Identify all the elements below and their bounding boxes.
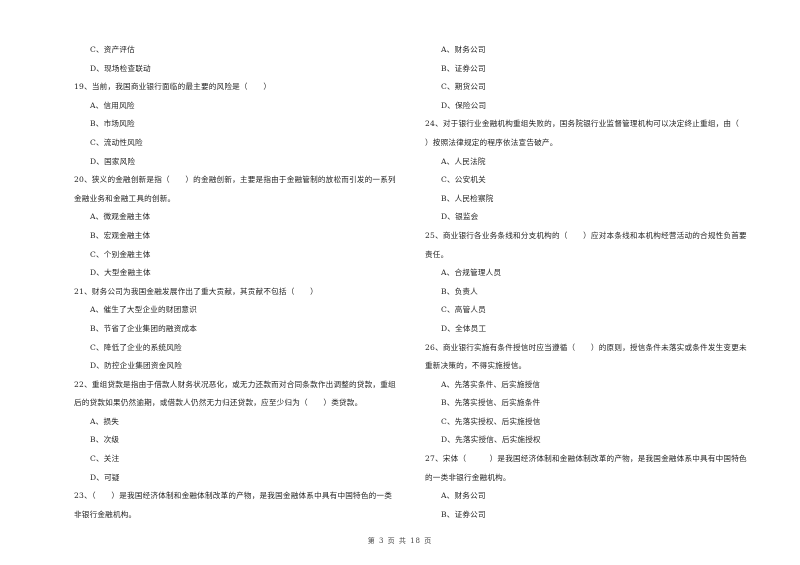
answer-option: C、先落实授权、后实施授信 (441, 416, 541, 426)
answer-option: C、期货公司 (441, 82, 486, 92)
question-text: 后的贷款如果仍然逾期，或借款人仍然无力归还贷款，应至少归为（ ）类贷款。 (74, 398, 363, 408)
answer-option: A、信用风险 (90, 100, 135, 110)
answer-option: C、降低了企业的系统风险 (90, 342, 182, 352)
answer-option: D、防控企业集团资金风险 (90, 361, 183, 371)
page-footer: 第 3 页 共 18 页 (367, 537, 433, 545)
question-text: 25、商业银行各业务条线和分支机构的（ ）应对本条线和本机构经营活动的合规性负首… (425, 230, 747, 240)
answer-option: A、催生了大型企业的财团意识 (90, 305, 198, 315)
question-text: 27、宋体（ ）是我国经济体制和金融体制改革的产物，是我国金融体系中具有中国特色 (425, 454, 747, 464)
answer-option: A、损失 (90, 416, 120, 426)
question-text: 非银行金融机构。 (74, 509, 137, 519)
answer-option: B、先落实授信、后实施条件 (441, 398, 541, 408)
question-text: ）按照法律规定的程序依法宣告破产。 (425, 137, 558, 147)
question-text: 的一类非银行金融机构。 (425, 472, 511, 482)
right-column: A、财务公司 B、证券公司 C、期货公司 D、保险公司 24、对于银行业金融机构重组失败… (425, 41, 777, 524)
question-text: 26、商业银行实施有条件授信时应当遵循（ ）的原则，授信条件未落实或条件发生变更… (425, 342, 747, 352)
question-text: 金融业务和金融工具的创新。 (74, 193, 176, 203)
answer-option: A、先落实条件、后实施授信 (441, 379, 541, 389)
answer-option: C、公安机关 (441, 175, 486, 185)
answer-option: A、财务公司 (441, 45, 486, 54)
question-text: 20、狭义的金融创新是指（ ）的金融创新，主要是指由于金融管制的放松而引发的一系… (74, 175, 396, 185)
answer-option: B、证券公司 (441, 509, 486, 519)
answer-option: A、合规管理人员 (441, 268, 502, 278)
answer-option: D、银监会 (441, 212, 479, 222)
answer-option: B、证券公司 (441, 63, 486, 73)
question-text: 23、（ ）是我国经济体制和金融体制改革的产物，是我国金融体系中具有中国特色的一… (74, 491, 393, 501)
answer-option: C、关注 (90, 454, 120, 464)
answer-option: B、节省了企业集团的融资成本 (90, 323, 198, 333)
question-text: 24、对于银行业金融机构重组失败的，国务院银行业监督管理机构可以决定终止重组，由… (425, 119, 740, 129)
answer-option: C、高管人员 (441, 305, 486, 315)
answer-option: D、保险公司 (441, 100, 487, 110)
answer-option: B、市场风险 (90, 119, 135, 129)
question-text: 19、当前，我国商业银行面临的最主要的风险是（ ） (74, 82, 272, 92)
answer-option: D、国家风险 (90, 156, 136, 166)
answer-option: D、全体员工 (441, 323, 487, 333)
question-text: 责任。 (425, 249, 449, 259)
answer-option: C、个别金融主体 (90, 249, 151, 259)
answer-option: A、微观金融主体 (90, 212, 151, 222)
question-text: 22、重组贷款是指由于借款人财务状况恶化，或无力还款而对合同条款作出调整的贷款，… (74, 379, 396, 389)
answer-option: A、人民法院 (441, 156, 486, 166)
answer-option: B、宏观金融主体 (90, 230, 151, 240)
answer-option: A、财务公司 (441, 491, 486, 501)
answer-option: B、次级 (90, 435, 120, 445)
answer-option: C、资产评估 (90, 45, 135, 54)
question-text: 重新决策的，不得实施授信。 (425, 361, 527, 371)
answer-option: B、负责人 (441, 286, 478, 296)
answer-option: D、先落实授信、后实施授权 (441, 435, 541, 445)
question-text: 21、财务公司为我国金融发展作出了重大贡献，其贡献不包括（ ） (74, 286, 318, 296)
answer-option: D、可疑 (90, 472, 120, 482)
answer-option: D、大型金融主体 (90, 268, 151, 278)
answer-option: B、人民检察院 (441, 193, 494, 203)
left-column: C、资产评估 D、现场检查联动 19、当前，我国商业银行面临的最主要的风险是（ ） A… (74, 41, 408, 524)
answer-option: D、现场检查联动 (90, 63, 151, 73)
answer-option: C、流动性风险 (90, 137, 143, 147)
